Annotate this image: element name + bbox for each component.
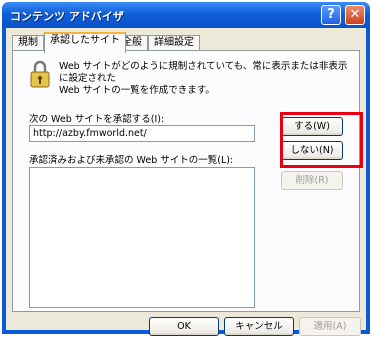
site-list[interactable] xyxy=(29,167,255,308)
tab-approved-sites[interactable]: 承認したサイト xyxy=(44,32,126,53)
approved-sites-panel: Web サイトがどのように規制されていても、常に表示または非表示に設定された W… xyxy=(12,50,360,312)
description-line-2: Web サイトの一覧を作成できます。 xyxy=(59,85,215,96)
cancel-button[interactable]: キャンセル xyxy=(224,317,294,336)
highlight-box xyxy=(280,112,363,168)
site-url-input[interactable]: http://azby.fmworld.net/ xyxy=(29,125,255,142)
dialog-body: 規制 承認したサイト 全般 詳細設定 Web サイトがどのように規制されていても… xyxy=(6,28,366,336)
help-button[interactable]: ? xyxy=(321,5,341,25)
remove-button[interactable]: 削除(R) xyxy=(281,171,343,190)
close-button[interactable]: ✕ xyxy=(345,5,365,25)
tab-advanced[interactable]: 詳細設定 xyxy=(148,35,200,51)
lock-key-icon xyxy=(30,60,50,88)
content-advisor-window: コンテンツ アドバイザ ? ✕ 規制 承認したサイト 全般 詳細設定 Web サ… xyxy=(2,2,370,336)
description-text: Web サイトがどのように規制されていても、常に表示または非表示に設定された W… xyxy=(59,61,355,97)
description-line-1: Web サイトがどのように規制されていても、常に表示または非表示に設定された xyxy=(59,61,348,84)
ok-button[interactable]: OK xyxy=(149,317,219,336)
title-bar[interactable]: コンテンツ アドバイザ ? ✕ xyxy=(2,2,370,28)
site-list-label: 承認済みおよび未承認の Web サイトの一覧(L): xyxy=(29,155,234,166)
approve-site-label: 次の Web サイトを承認する(I): xyxy=(29,114,165,125)
window-title: コンテンツ アドバイザ xyxy=(10,10,124,23)
apply-button[interactable]: 適用(A) xyxy=(299,317,361,336)
tab-ratings[interactable]: 規制 xyxy=(12,35,44,51)
